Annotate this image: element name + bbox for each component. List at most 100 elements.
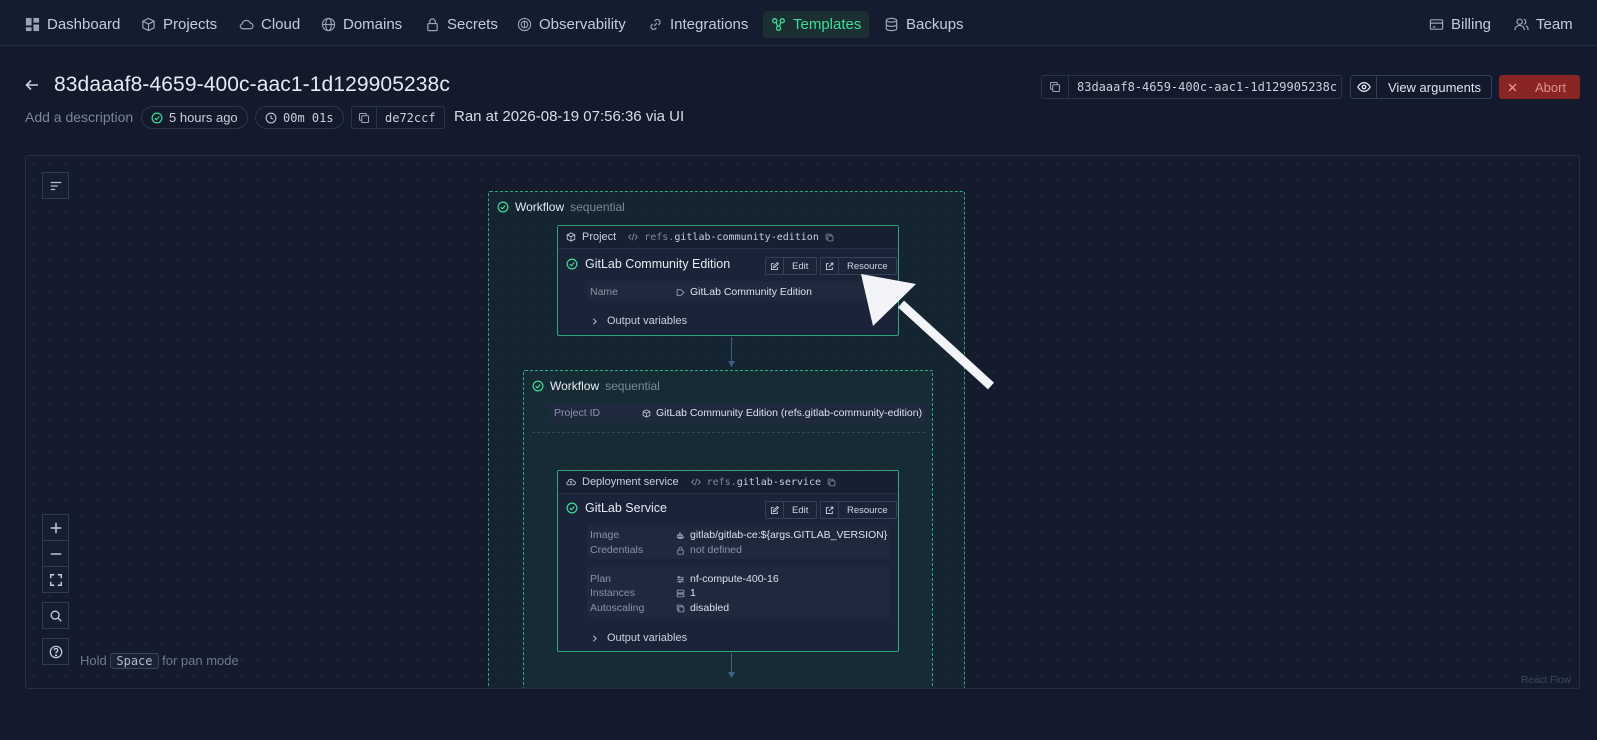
copy-icon[interactable] — [825, 233, 834, 242]
workflow-label: Workflow — [515, 200, 565, 214]
node-title: GitLab Community Edition — [585, 257, 731, 271]
help-icon — [49, 645, 62, 658]
name-value: GitLab Community Edition — [690, 286, 812, 298]
plus-icon — [50, 522, 61, 533]
ref-path: refs.gitlab-service — [707, 477, 821, 488]
field-value: nf-compute-400-16 — [676, 573, 779, 585]
run-id-copy[interactable]: 83daaaf8-4659-400c-aac1-1d129905238c — [1041, 75, 1342, 99]
workflow-mode: sequential — [605, 379, 660, 393]
react-flow-attribution[interactable]: React Flow — [1521, 675, 1571, 686]
check-circle-icon — [497, 201, 509, 213]
edit-label: Edit — [792, 260, 809, 272]
node-type-row: Project refs.gitlab-community-edition — [558, 226, 898, 249]
globe-icon — [321, 17, 336, 32]
time-ago-badge: 5 hours ago — [141, 106, 248, 129]
nav-dashboard[interactable]: Dashboard — [17, 11, 128, 38]
layout-toggle-button[interactable] — [42, 172, 69, 199]
copy-icon — [676, 604, 685, 612]
duration-text: 00m 01s — [283, 110, 334, 125]
copy-icon — [358, 112, 370, 123]
autoscaling-field: Autoscaling disabled — [590, 602, 886, 616]
output-variables-toggle[interactable]: Output variables — [590, 315, 687, 327]
nav-label: Team — [1536, 16, 1573, 33]
resource-button[interactable]: Resource — [820, 257, 897, 275]
project-node[interactable]: Project refs.gitlab-community-edition Gi… — [557, 225, 899, 336]
external-link-icon — [825, 506, 834, 514]
close-icon — [1508, 83, 1516, 91]
align-left-icon — [50, 181, 61, 190]
credentials-field: Credentials not defined — [590, 544, 886, 558]
link-icon — [650, 18, 661, 31]
zoom-in-button[interactable] — [42, 514, 69, 541]
space-key: Space — [110, 653, 159, 669]
nav-label: Projects — [163, 16, 218, 33]
nav-label: Integrations — [670, 16, 749, 33]
deployment-service-node[interactable]: Deployment service refs.gitlab-service G… — [557, 470, 899, 652]
pointer-arrow-icon — [861, 274, 995, 390]
workflow-canvas[interactable]: Workflow sequential Project refs.gitlab-… — [25, 155, 1580, 689]
nav-label: Dashboard — [47, 16, 121, 33]
templates-icon — [772, 18, 785, 31]
nav-integrations[interactable]: Integrations — [640, 11, 756, 38]
nav-secrets[interactable]: Secrets — [417, 11, 506, 38]
credentials-value: not defined — [690, 544, 742, 556]
copy-icon[interactable] — [827, 478, 836, 487]
ref-name: gitlab-community-edition — [674, 231, 819, 243]
node-title-row: GitLab Community Edition — [566, 257, 730, 271]
nav-billing[interactable]: Billing — [1421, 11, 1499, 38]
hint-prefix: Hold — [80, 653, 107, 668]
nav-projects[interactable]: Projects — [133, 11, 225, 38]
plan-value: nf-compute-400-16 — [690, 573, 779, 585]
nav-backups[interactable]: Backups — [876, 11, 972, 38]
workflow-label: Workflow — [550, 379, 600, 393]
instances-field: Instances 1 — [590, 587, 886, 601]
resource-button[interactable]: Resource — [820, 501, 897, 519]
output-variables-toggle[interactable]: Output variables — [590, 632, 687, 644]
abort-button[interactable]: Abort — [1499, 75, 1580, 99]
copy-icon — [1049, 81, 1061, 93]
ref-path: refs.gitlab-community-edition — [644, 232, 819, 243]
docker-icon — [676, 531, 685, 539]
duration-badge: 00m 01s — [255, 106, 344, 129]
zoom-out-button[interactable] — [42, 540, 69, 567]
field-key: Project ID — [554, 407, 601, 419]
field-value: GitLab Community Edition — [676, 286, 812, 298]
nav-domains[interactable]: Domains — [313, 11, 410, 38]
nav-cloud[interactable]: Cloud — [231, 11, 308, 38]
resource-label: Resource — [847, 260, 888, 272]
help-button[interactable] — [42, 638, 69, 665]
nav-team[interactable]: Team — [1506, 11, 1581, 38]
box-icon — [142, 17, 155, 32]
workflow-header: Workflow sequential — [497, 200, 625, 214]
search-button[interactable] — [42, 602, 69, 629]
add-description-link[interactable]: Add a description — [25, 109, 133, 125]
edit-label: Edit — [792, 504, 809, 516]
view-arguments-button[interactable]: View arguments — [1350, 75, 1492, 99]
edit-button[interactable]: Edit — [765, 501, 818, 519]
chevron-right-icon — [593, 634, 597, 642]
nav-label: Templates — [793, 16, 862, 33]
output-variables-label: Output variables — [607, 315, 688, 327]
field-key: Plan — [590, 573, 612, 585]
nav-observability[interactable]: Observability — [509, 11, 634, 38]
field-key: Name — [590, 286, 619, 298]
ran-at-text: Ran at 2026-08-19 07:56:36 via UI — [454, 108, 685, 125]
edit-button[interactable]: Edit — [765, 257, 818, 275]
top-navigation: Dashboard Projects Cloud Domains Secrets… — [0, 0, 1597, 46]
field-value: GitLab Community Edition (refs.gitlab-co… — [642, 407, 922, 419]
dashboard-icon — [25, 17, 40, 32]
credit-card-icon — [1429, 19, 1444, 30]
back-arrow-icon[interactable] — [24, 77, 42, 95]
field-value: disabled — [676, 602, 729, 614]
node-title-row: GitLab Service — [566, 501, 667, 515]
nav-label: Backups — [906, 16, 964, 33]
commit-chip[interactable]: de72ccf — [351, 106, 445, 129]
code-icon — [690, 478, 701, 486]
fit-view-button[interactable] — [42, 566, 69, 593]
code-icon — [628, 233, 639, 241]
image-field: Image gitlab/gitlab-ce:${args.GITLAB_VER… — [590, 529, 887, 543]
abort-label: Abort — [1535, 79, 1567, 95]
field-key: Credentials — [590, 544, 644, 556]
nav-templates[interactable]: Templates — [763, 11, 870, 38]
run-id-text: 83daaaf8-4659-400c-aac1-1d129905238c — [1077, 80, 1338, 94]
